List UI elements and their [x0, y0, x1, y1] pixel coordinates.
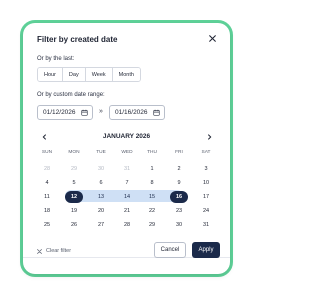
weekday-label: THU [147, 150, 157, 155]
calendar-day[interactable]: 29 [142, 219, 162, 231]
calendar-day[interactable]: 5 [64, 177, 84, 189]
calendar-day[interactable]: 28 [117, 219, 137, 231]
end-date-value: 01/16/2026 [115, 109, 148, 116]
last-period-selector: Hour Day Week Month [37, 67, 141, 82]
custom-range-label: Or by custom date range: [37, 92, 105, 98]
calendar-day[interactable]: 28 [37, 163, 57, 175]
last-option-day[interactable]: Day [62, 68, 86, 81]
calendar-day[interactable]: 30 [169, 219, 189, 231]
filter-dialog: Filter by created date Or by the last: H… [23, 23, 230, 274]
calendar-day-in-range[interactable]: 13 [91, 191, 111, 203]
calendar-day[interactable]: 21 [117, 205, 137, 217]
calendar-month-label: JANUARY 2026 [102, 133, 151, 140]
clear-filter-button[interactable]: Clear filter [37, 248, 71, 254]
calendar-day[interactable]: 17 [196, 191, 216, 203]
calendar-day[interactable]: 29 [64, 163, 84, 175]
last-option-hour[interactable]: Hour [38, 68, 63, 81]
last-label: Or by the last: [37, 56, 75, 62]
calendar-day[interactable]: 11 [37, 191, 57, 203]
chevron-right-icon [207, 134, 211, 140]
calendar-icon [81, 109, 88, 116]
calendar-day[interactable]: 10 [196, 177, 216, 189]
calendar-day-in-range[interactable]: 14 [117, 191, 137, 203]
calendar-day[interactable]: 25 [37, 219, 57, 231]
weekday-label: SUN [41, 150, 53, 155]
calendar-day[interactable]: 31 [196, 219, 216, 231]
calendar-day[interactable]: 4 [37, 177, 57, 189]
calendar-day[interactable]: 30 [91, 163, 111, 175]
calendar-day[interactable]: 7 [117, 177, 137, 189]
weekday-label: FRI [175, 150, 183, 155]
calendar-day[interactable]: 22 [142, 205, 162, 217]
dialog-title: Filter by created date [37, 35, 118, 44]
calendar-day[interactable]: 19 [64, 205, 84, 217]
calendar-day[interactable]: 1 [142, 163, 162, 175]
start-date-field[interactable]: 01/12/2026 [37, 105, 93, 120]
last-option-month[interactable]: Month [112, 68, 140, 81]
close-icon [208, 34, 216, 42]
clear-filter-label: Clear filter [46, 248, 72, 254]
calendar-icon [153, 109, 160, 116]
end-date-field[interactable]: 01/16/2026 [109, 105, 165, 120]
weekday-label: TUE [96, 150, 106, 155]
cancel-button[interactable]: Cancel [154, 242, 186, 258]
weekday-label: WED [121, 150, 133, 155]
calendar-day[interactable]: 8 [142, 177, 162, 189]
calendar-day[interactable]: 20 [91, 205, 111, 217]
calendar-day[interactable]: 6 [91, 177, 111, 189]
calendar-day[interactable]: 26 [64, 219, 84, 231]
weekday-label: SAT [201, 150, 211, 155]
clear-icon [37, 248, 42, 254]
range-separator: » [99, 108, 103, 115]
calendar-day[interactable]: 9 [169, 177, 189, 189]
calendar-day[interactable]: 2 [169, 163, 189, 175]
weekday-label: MON [68, 150, 80, 155]
calendar-day[interactable]: 23 [169, 205, 189, 217]
start-date-value: 01/12/2026 [43, 109, 76, 116]
calendar-day-in-range[interactable]: 15 [142, 191, 162, 203]
calendar-day[interactable]: 31 [117, 163, 137, 175]
calendar-day[interactable]: 3 [196, 163, 216, 175]
apply-button[interactable]: Apply [192, 242, 220, 258]
close-button[interactable] [206, 32, 218, 44]
last-option-week[interactable]: Week [85, 68, 113, 81]
calendar-day-selected[interactable]: 16 [170, 191, 188, 203]
calendar-day-selected[interactable]: 12 [65, 191, 83, 203]
calendar-day[interactable]: 18 [37, 205, 57, 217]
next-month-button[interactable] [204, 132, 214, 142]
calendar-day[interactable]: 24 [196, 205, 216, 217]
calendar-day[interactable]: 27 [91, 219, 111, 231]
